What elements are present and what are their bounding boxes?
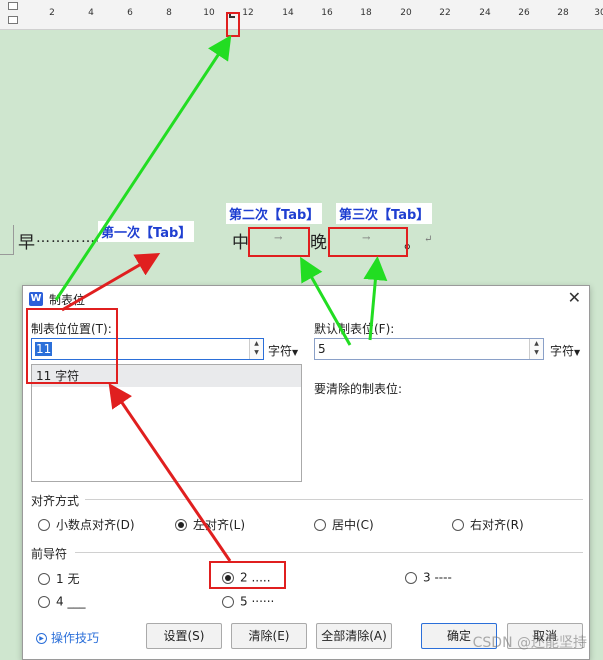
- radio-label: 4 ___: [56, 594, 86, 609]
- dialog-title: 制表位: [49, 293, 86, 307]
- wps-writer-logo-icon: W: [29, 292, 43, 306]
- leader-underline-radio[interactable]: 4 ___: [38, 594, 85, 609]
- ruler-number: 14: [282, 8, 294, 18]
- tab-position-unit: 字符: [268, 344, 293, 358]
- leader-none-radio[interactable]: 1 无: [38, 570, 79, 587]
- ruler-number: 18: [360, 8, 372, 18]
- radio-circle: [38, 572, 50, 585]
- tab-position-unit-dropdown[interactable]: 字符▼: [268, 342, 298, 359]
- ruler-ticks: 2 4 6 8 10 12 14 16 18 20 22 24 26 28 30: [0, 0, 603, 30]
- default-tab-unit-dropdown[interactable]: 字符▼: [550, 342, 580, 359]
- ruler-number: 24: [479, 8, 491, 18]
- set-button[interactable]: 设置(S): [146, 623, 222, 649]
- radio-circle: [38, 595, 50, 608]
- radio-label: 5 ······: [240, 594, 275, 609]
- highlight-third-tab: [328, 227, 408, 257]
- ruler-number: 26: [518, 8, 530, 18]
- leader-section-title: 前导符: [31, 547, 68, 561]
- radio-circle: [452, 518, 464, 531]
- close-icon[interactable]: ✕: [568, 288, 581, 307]
- radio-label: 1 无: [56, 572, 80, 586]
- default-tab-spinner[interactable]: ▲ ▼: [529, 339, 543, 359]
- leader-middot-radio[interactable]: 5 ······: [222, 594, 274, 609]
- ruler-number: 20: [400, 8, 412, 18]
- clear-all-button[interactable]: 全部清除(A): [316, 623, 392, 649]
- callout-third-tab: 第三次【Tab】: [336, 203, 433, 224]
- radio-circle: [38, 518, 50, 531]
- ruler-number: 12: [242, 8, 254, 18]
- to-clear-label: 要清除的制表位:: [314, 382, 403, 396]
- leader-dashes-radio[interactable]: 3 ----: [405, 570, 452, 585]
- default-tab-unit: 字符: [550, 344, 575, 358]
- ruler-number: 16: [321, 8, 333, 18]
- align-left-radio[interactable]: 左对齐(L): [175, 516, 245, 533]
- callout-first-tab: 第一次【Tab】: [98, 221, 195, 242]
- tips-label: 操作技巧: [51, 631, 100, 645]
- radio-label: 居中(C): [332, 518, 374, 532]
- char-early: 早: [18, 233, 35, 253]
- highlight-second-tab: [248, 227, 310, 257]
- radio-circle-selected: [175, 518, 187, 531]
- ruler-number: 4: [88, 8, 94, 18]
- chevron-down-icon: ▼: [574, 348, 581, 357]
- callout-second-tab: 第二次【Tab】: [226, 203, 323, 224]
- radio-label: 3 ----: [423, 570, 452, 585]
- align-decimal-radio[interactable]: 小数点对齐(D): [38, 516, 135, 533]
- clear-button[interactable]: 清除(E): [231, 623, 307, 649]
- margin-corner-mark: [0, 225, 14, 255]
- default-tab-value: 5: [318, 342, 326, 356]
- paragraph-mark: ↵: [424, 234, 433, 245]
- divider: [85, 499, 583, 500]
- chevron-down-icon: ▼: [292, 348, 299, 357]
- default-tab-label: 默认制表位(F):: [314, 322, 395, 336]
- char-mid: 中: [232, 233, 249, 253]
- ruler-number: 2: [49, 8, 55, 18]
- default-tab-input[interactable]: 5 ▲ ▼: [314, 338, 544, 360]
- divider: [75, 552, 583, 553]
- play-icon: ▶: [36, 633, 47, 644]
- radio-label: 小数点对齐(D): [56, 518, 135, 532]
- align-right-radio[interactable]: 右对齐(R): [452, 516, 524, 533]
- radio-circle: [222, 595, 234, 608]
- alignment-section-title: 对齐方式: [31, 494, 80, 508]
- align-center-radio[interactable]: 居中(C): [314, 516, 374, 533]
- horizontal-ruler[interactable]: 2 4 6 8 10 12 14 16 18 20 22 24 26 28 30: [0, 0, 603, 30]
- ruler-number: 22: [439, 8, 451, 18]
- highlight-tab-position: [26, 308, 118, 384]
- radio-label: 左对齐(L): [193, 518, 246, 532]
- tips-link[interactable]: ▶ 操作技巧: [36, 629, 99, 646]
- radio-label: 右对齐(R): [470, 518, 524, 532]
- ruler-number: 8: [166, 8, 172, 18]
- watermark: CSDN @还能坚持: [472, 635, 587, 651]
- highlight-ruler-tab-stop: [226, 12, 240, 37]
- radio-circle: [314, 518, 326, 531]
- ruler-number: 30: [594, 8, 603, 18]
- radio-circle: [405, 571, 417, 584]
- ruler-number: 6: [127, 8, 133, 18]
- ruler-number: 28: [557, 8, 569, 18]
- highlight-leader-option: [209, 561, 286, 589]
- tab-position-spinner[interactable]: ▲ ▼: [249, 339, 263, 359]
- ruler-number: 10: [203, 8, 215, 18]
- char-evening: 晚: [310, 233, 327, 253]
